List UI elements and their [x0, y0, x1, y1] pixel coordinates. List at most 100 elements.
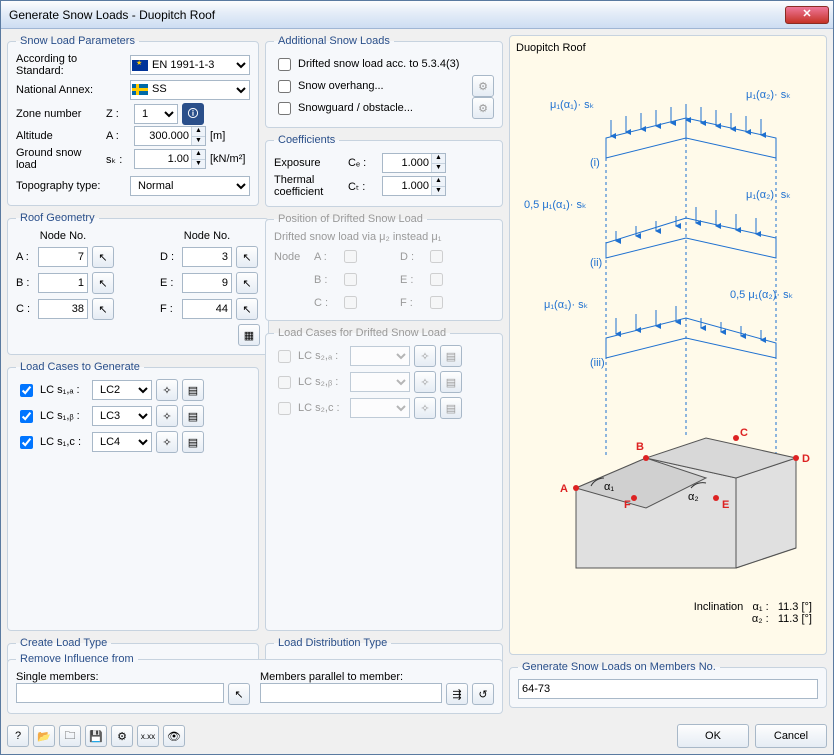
lc-s1c-label: LC s₁,c :: [40, 436, 88, 448]
lc-new-button[interactable]: ✧: [156, 405, 178, 427]
ground-spinner[interactable]: ▲▼: [134, 149, 206, 169]
altitude-label: Altitude: [16, 130, 102, 142]
ok-button[interactable]: OK: [677, 724, 749, 748]
pick-node-d-button[interactable]: ↖: [236, 246, 258, 268]
drift-d-check: [430, 250, 443, 263]
parallel-members-label: Members parallel to member:: [260, 671, 494, 683]
ground-unit: [kN/m²]: [210, 153, 245, 165]
panel-legend: Generate Snow Loads on Members No.: [518, 661, 720, 673]
lc-s1a-check[interactable]: [20, 384, 33, 397]
lc-s1c-select[interactable]: LC4: [92, 432, 152, 452]
node-e-input[interactable]: [182, 273, 232, 293]
lc-s2c-select: [350, 398, 410, 418]
panel-legend: Remove Influence from: [16, 653, 138, 665]
thermal-symbol: Cₜ :: [348, 180, 378, 193]
svg-text:μ₁(α₂)· sₖ: μ₁(α₂)· sₖ: [746, 89, 791, 101]
pick-single-members-button[interactable]: ↖: [228, 683, 250, 705]
save-button[interactable]: 💾: [85, 725, 107, 747]
topography-select[interactable]: Normal: [130, 176, 250, 196]
svg-text:(iii): (iii): [590, 357, 605, 369]
standard-select[interactable]: [130, 55, 250, 75]
drifted-check[interactable]: [278, 58, 291, 71]
lc-new-button[interactable]: ✧: [156, 431, 178, 453]
drifted-position-panel: Position of Drifted Snow Load Drifted sn…: [265, 213, 503, 321]
node-a-input[interactable]: [38, 247, 88, 267]
lc-new-button: ✧: [414, 371, 436, 393]
svg-text:α₁: α₁: [604, 481, 614, 493]
members-input[interactable]: [518, 679, 818, 699]
lc-edit-button[interactable]: ▤: [182, 431, 204, 453]
single-members-label: Single members:: [16, 671, 250, 683]
explorer-button[interactable]: 🗀: [59, 725, 81, 747]
dialog-window: Generate Snow Loads - Duopitch Roof ✕ Sn…: [0, 0, 834, 755]
lc-s1a-select[interactable]: LC2: [92, 380, 152, 400]
load-cases-generate-panel: Load Cases to Generate LC s₁,ₐ : LC2 ✧ ▤…: [7, 361, 259, 631]
roof-geometry-panel: Roof Geometry Node No. Node No. A :↖ D :…: [7, 212, 269, 355]
panel-legend: Load Cases to Generate: [16, 361, 144, 373]
open-folder-button[interactable]: 📂: [33, 725, 55, 747]
units-button[interactable]: x.xx: [137, 725, 159, 747]
snow-load-parameters-panel: Snow Load Parameters According to Standa…: [7, 35, 259, 206]
exposure-spinner[interactable]: ▲▼: [382, 153, 446, 173]
lc-new-button[interactable]: ✧: [156, 379, 178, 401]
thermal-spinner[interactable]: ▲▼: [382, 176, 446, 196]
lc-s2a-check: [278, 350, 291, 363]
lc-s1b-select[interactable]: LC3: [92, 406, 152, 426]
close-button[interactable]: ✕: [785, 6, 829, 24]
pick-node-c-button[interactable]: ↖: [92, 298, 114, 320]
settings-button[interactable]: ⚙: [111, 725, 133, 747]
panel-legend: Load Cases for Drifted Snow Load: [274, 327, 450, 339]
roof-preview-button[interactable]: ▦: [238, 324, 260, 346]
lc-s2b-check: [278, 376, 291, 389]
pick-node-e-button[interactable]: ↖: [236, 272, 258, 294]
zone-info-button[interactable]: 🛈: [182, 103, 204, 125]
svg-text:μ₁(α₁)· sₖ: μ₁(α₁)· sₖ: [544, 299, 588, 311]
help-button[interactable]: ?: [7, 725, 29, 747]
pick-node-b-button[interactable]: ↖: [92, 272, 114, 294]
svg-text:C: C: [740, 427, 748, 439]
cancel-button[interactable]: Cancel: [755, 724, 827, 748]
lc-s1c-check[interactable]: [20, 436, 33, 449]
panel-legend: Load Distribution Type: [274, 637, 391, 649]
zone-select[interactable]: 1: [134, 104, 178, 124]
node-f-input[interactable]: [182, 299, 232, 319]
svg-text:B: B: [636, 441, 644, 453]
svg-text:0,5 μ₁(α₂)· sₖ: 0,5 μ₁(α₂)· sₖ: [730, 289, 793, 301]
pick-node-a-button[interactable]: ↖: [92, 246, 114, 268]
pick-parallel-button[interactable]: ⇶: [446, 683, 468, 705]
lc-edit-button[interactable]: ▤: [182, 379, 204, 401]
pick-node-f-button[interactable]: ↖: [236, 298, 258, 320]
svg-text:α₂: α₂: [688, 491, 699, 503]
overhang-check[interactable]: [278, 80, 291, 93]
clear-parallel-button[interactable]: ↺: [472, 683, 494, 705]
svg-text:(ii): (ii): [590, 257, 602, 269]
exposure-label: Exposure: [274, 157, 344, 169]
annex-label: National Annex:: [16, 84, 126, 96]
drift-a-check: [344, 250, 357, 263]
svg-text:(i): (i): [590, 157, 600, 169]
altitude-spinner[interactable]: ▲▼: [134, 126, 206, 146]
lc-s2c-check: [278, 402, 291, 415]
svg-text:F: F: [624, 499, 631, 511]
remove-influence-panel: Remove Influence from Single members: ↖ …: [7, 653, 503, 714]
ground-symbol: sₖ :: [106, 153, 130, 166]
drifted-load-cases-panel: Load Cases for Drifted Snow Load LC s₂,ₐ…: [265, 327, 503, 631]
node-c-input[interactable]: [38, 299, 88, 319]
parallel-members-input[interactable]: [260, 683, 442, 703]
node-d-input[interactable]: [182, 247, 232, 267]
preview-button[interactable]: 👁: [163, 725, 185, 747]
svg-text:D: D: [802, 453, 810, 465]
zone-label: Zone number: [16, 108, 102, 120]
members-panel: Generate Snow Loads on Members No.: [509, 661, 827, 708]
lc-s1b-check[interactable]: [20, 410, 33, 423]
roof-diagram: Duopitch Roof μ₁(α₁)· sₖ μ₁(α₂)· sₖ: [509, 35, 827, 655]
single-members-input[interactable]: [16, 683, 224, 703]
node-b-input[interactable]: [38, 273, 88, 293]
snowguard-check[interactable]: [278, 102, 291, 115]
thermal-label: Thermal coefficient: [274, 174, 344, 198]
node-header: Node No.: [38, 230, 88, 242]
lc-edit-button[interactable]: ▤: [182, 405, 204, 427]
annex-select[interactable]: [130, 80, 250, 100]
svg-text:A: A: [560, 483, 568, 495]
lc-s1a-label: LC s₁,ₐ :: [40, 384, 88, 396]
